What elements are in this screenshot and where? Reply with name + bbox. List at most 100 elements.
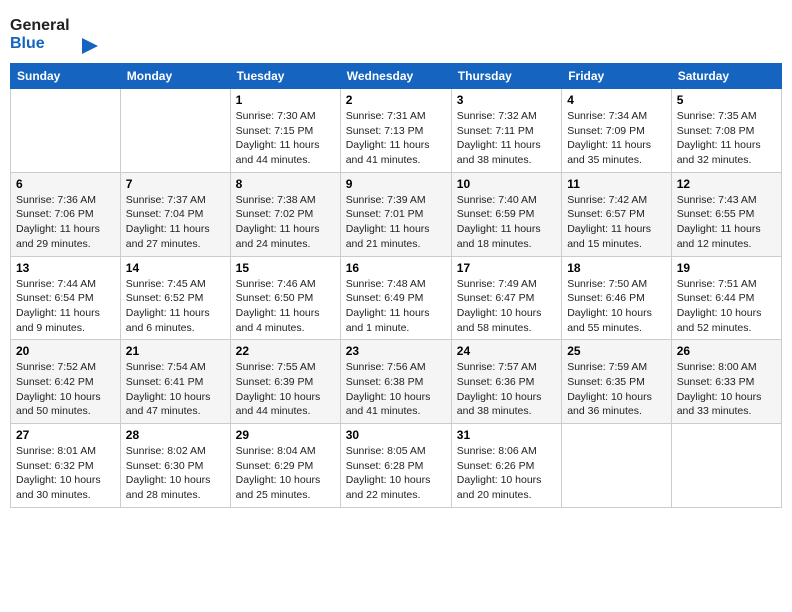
calendar-cell: 22 Sunrise: 7:55 AM Sunset: 6:39 PM Dayli… — [230, 340, 340, 424]
day-number: 8 — [236, 177, 335, 191]
calendar-cell: 27 Sunrise: 8:01 AM Sunset: 6:32 PM Dayli… — [11, 424, 121, 508]
day-number: 25 — [567, 344, 666, 358]
day-details: Sunrise: 7:32 AM Sunset: 7:11 PM Dayligh… — [457, 109, 556, 168]
calendar-cell: 31 Sunrise: 8:06 AM Sunset: 6:26 PM Dayli… — [451, 424, 561, 508]
day-number: 24 — [457, 344, 556, 358]
day-details: Sunrise: 8:05 AM Sunset: 6:28 PM Dayligh… — [346, 444, 446, 503]
day-details: Sunrise: 7:50 AM Sunset: 6:46 PM Dayligh… — [567, 277, 666, 336]
day-number: 11 — [567, 177, 666, 191]
day-details: Sunrise: 8:06 AM Sunset: 6:26 PM Dayligh… — [457, 444, 556, 503]
calendar-cell: 10 Sunrise: 7:40 AM Sunset: 6:59 PM Dayli… — [451, 172, 561, 256]
calendar-cell — [11, 89, 121, 173]
calendar-cell — [671, 424, 781, 508]
calendar-cell: 9 Sunrise: 7:39 AM Sunset: 7:01 PM Daylig… — [340, 172, 451, 256]
day-details: Sunrise: 7:51 AM Sunset: 6:44 PM Dayligh… — [677, 277, 776, 336]
day-details: Sunrise: 7:48 AM Sunset: 6:49 PM Dayligh… — [346, 277, 446, 336]
logo-svg: General Blue — [10, 10, 100, 55]
day-number: 16 — [346, 261, 446, 275]
day-header-thursday: Thursday — [451, 64, 561, 89]
calendar-header-row: SundayMondayTuesdayWednesdayThursdayFrid… — [11, 64, 782, 89]
day-number: 21 — [126, 344, 225, 358]
day-number: 10 — [457, 177, 556, 191]
day-details: Sunrise: 7:35 AM Sunset: 7:08 PM Dayligh… — [677, 109, 776, 168]
day-details: Sunrise: 7:56 AM Sunset: 6:38 PM Dayligh… — [346, 360, 446, 419]
day-number: 22 — [236, 344, 335, 358]
calendar-table: SundayMondayTuesdayWednesdayThursdayFrid… — [10, 63, 782, 508]
calendar-cell: 15 Sunrise: 7:46 AM Sunset: 6:50 PM Dayli… — [230, 256, 340, 340]
day-number: 12 — [677, 177, 776, 191]
day-header-sunday: Sunday — [11, 64, 121, 89]
calendar-cell: 17 Sunrise: 7:49 AM Sunset: 6:47 PM Dayli… — [451, 256, 561, 340]
day-number: 23 — [346, 344, 446, 358]
day-number: 31 — [457, 428, 556, 442]
day-details: Sunrise: 7:39 AM Sunset: 7:01 PM Dayligh… — [346, 193, 446, 252]
week-row-2: 6 Sunrise: 7:36 AM Sunset: 7:06 PM Daylig… — [11, 172, 782, 256]
calendar-cell: 19Sunrise: 7:51 AM Sunset: 6:44 PM Dayli… — [671, 256, 781, 340]
day-details: Sunrise: 7:37 AM Sunset: 7:04 PM Dayligh… — [126, 193, 225, 252]
day-details: Sunrise: 7:55 AM Sunset: 6:39 PM Dayligh… — [236, 360, 335, 419]
calendar-cell: 11 Sunrise: 7:42 AM Sunset: 6:57 PM Dayli… — [562, 172, 672, 256]
day-details: Sunrise: 7:38 AM Sunset: 7:02 PM Dayligh… — [236, 193, 335, 252]
day-number: 14 — [126, 261, 225, 275]
week-row-5: 27 Sunrise: 8:01 AM Sunset: 6:32 PM Dayli… — [11, 424, 782, 508]
day-number: 7 — [126, 177, 225, 191]
day-header-saturday: Saturday — [671, 64, 781, 89]
day-number: 27 — [16, 428, 115, 442]
day-number: 6 — [16, 177, 115, 191]
day-details: Sunrise: 7:42 AM Sunset: 6:57 PM Dayligh… — [567, 193, 666, 252]
day-details: Sunrise: 8:02 AM Sunset: 6:30 PM Dayligh… — [126, 444, 225, 503]
day-number: 5 — [677, 93, 776, 107]
calendar-cell: 23 Sunrise: 7:56 AM Sunset: 6:38 PM Dayli… — [340, 340, 451, 424]
week-row-3: 13 Sunrise: 7:44 AM Sunset: 6:54 PM Dayli… — [11, 256, 782, 340]
day-details: Sunrise: 7:52 AM Sunset: 6:42 PM Dayligh… — [16, 360, 115, 419]
day-details: Sunrise: 7:34 AM Sunset: 7:09 PM Dayligh… — [567, 109, 666, 168]
calendar-cell: 25 Sunrise: 7:59 AM Sunset: 6:35 PM Dayli… — [562, 340, 672, 424]
day-header-wednesday: Wednesday — [340, 64, 451, 89]
day-details: Sunrise: 8:04 AM Sunset: 6:29 PM Dayligh… — [236, 444, 335, 503]
day-number: 3 — [457, 93, 556, 107]
week-row-1: 1Sunrise: 7:30 AM Sunset: 7:15 PM Daylig… — [11, 89, 782, 173]
day-number: 1 — [236, 93, 335, 107]
day-details: Sunrise: 8:01 AM Sunset: 6:32 PM Dayligh… — [16, 444, 115, 503]
week-row-4: 20 Sunrise: 7:52 AM Sunset: 6:42 PM Dayli… — [11, 340, 782, 424]
day-header-monday: Monday — [120, 64, 230, 89]
day-number: 9 — [346, 177, 446, 191]
calendar-cell: 30 Sunrise: 8:05 AM Sunset: 6:28 PM Dayli… — [340, 424, 451, 508]
day-details: Sunrise: 7:46 AM Sunset: 6:50 PM Dayligh… — [236, 277, 335, 336]
calendar-cell: 5 Sunrise: 7:35 AM Sunset: 7:08 PM Daylig… — [671, 89, 781, 173]
day-details: Sunrise: 7:43 AM Sunset: 6:55 PM Dayligh… — [677, 193, 776, 252]
day-details: Sunrise: 7:54 AM Sunset: 6:41 PM Dayligh… — [126, 360, 225, 419]
day-details: Sunrise: 8:00 AM Sunset: 6:33 PM Dayligh… — [677, 360, 776, 419]
calendar-cell: 18 Sunrise: 7:50 AM Sunset: 6:46 PM Dayli… — [562, 256, 672, 340]
day-number: 2 — [346, 93, 446, 107]
day-number: 20 — [16, 344, 115, 358]
calendar-cell — [120, 89, 230, 173]
day-details: Sunrise: 7:40 AM Sunset: 6:59 PM Dayligh… — [457, 193, 556, 252]
calendar-cell: 21 Sunrise: 7:54 AM Sunset: 6:41 PM Dayli… — [120, 340, 230, 424]
calendar-cell: 14Sunrise: 7:45 AM Sunset: 6:52 PM Dayli… — [120, 256, 230, 340]
day-number: 28 — [126, 428, 225, 442]
day-number: 4 — [567, 93, 666, 107]
day-number: 26 — [677, 344, 776, 358]
day-details: Sunrise: 7:49 AM Sunset: 6:47 PM Dayligh… — [457, 277, 556, 336]
day-header-friday: Friday — [562, 64, 672, 89]
day-details: Sunrise: 7:44 AM Sunset: 6:54 PM Dayligh… — [16, 277, 115, 336]
day-details: Sunrise: 7:31 AM Sunset: 7:13 PM Dayligh… — [346, 109, 446, 168]
day-details: Sunrise: 7:36 AM Sunset: 7:06 PM Dayligh… — [16, 193, 115, 252]
calendar-cell: 7 Sunrise: 7:37 AM Sunset: 7:04 PM Daylig… — [120, 172, 230, 256]
page-header: General Blue — [10, 10, 782, 55]
day-number: 30 — [346, 428, 446, 442]
day-header-tuesday: Tuesday — [230, 64, 340, 89]
day-number: 15 — [236, 261, 335, 275]
day-number: 13 — [16, 261, 115, 275]
calendar-cell: 28 Sunrise: 8:02 AM Sunset: 6:30 PM Dayli… — [120, 424, 230, 508]
calendar-cell: 24Sunrise: 7:57 AM Sunset: 6:36 PM Dayli… — [451, 340, 561, 424]
day-number: 18 — [567, 261, 666, 275]
day-number: 17 — [457, 261, 556, 275]
calendar-cell: 26 Sunrise: 8:00 AM Sunset: 6:33 PM Dayli… — [671, 340, 781, 424]
calendar-cell: 2 Sunrise: 7:31 AM Sunset: 7:13 PM Daylig… — [340, 89, 451, 173]
calendar-cell: 3 Sunrise: 7:32 AM Sunset: 7:11 PM Daylig… — [451, 89, 561, 173]
calendar-cell — [562, 424, 672, 508]
calendar-cell: 1Sunrise: 7:30 AM Sunset: 7:15 PM Daylig… — [230, 89, 340, 173]
day-details: Sunrise: 7:59 AM Sunset: 6:35 PM Dayligh… — [567, 360, 666, 419]
